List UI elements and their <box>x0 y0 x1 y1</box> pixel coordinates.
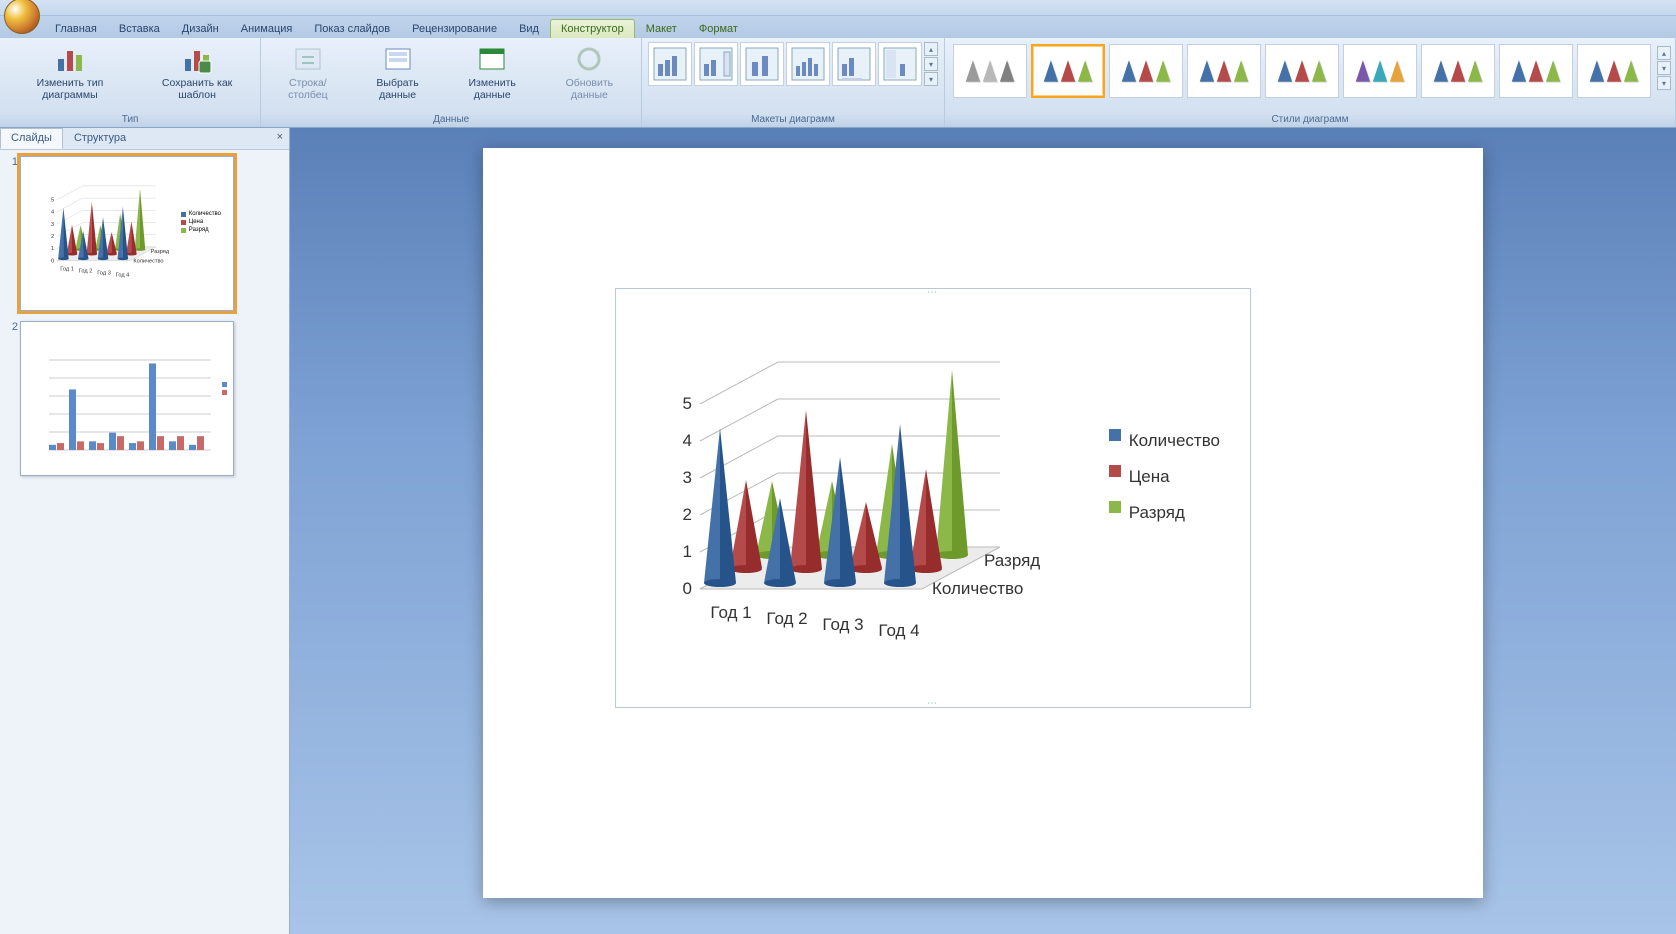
chart-style-option[interactable] <box>1421 44 1495 98</box>
refresh-icon <box>573 43 605 75</box>
slide-thumbnails: 1 012345Год 1Год 2Год 3Год 4КоличествоРа… <box>0 150 289 934</box>
template-icon <box>181 43 213 75</box>
save-as-template-button[interactable]: Сохранить как шаблон <box>138 40 256 104</box>
slide-thumbnail-wrap: 2 <box>6 321 283 476</box>
slide-number: 1 <box>6 156 20 311</box>
button-label: Строка/столбец <box>270 77 345 101</box>
chart-style-option[interactable] <box>1109 44 1183 98</box>
tab-slideshow[interactable]: Показ слайдов <box>303 19 401 38</box>
button-label: Изменить тип диаграммы <box>9 77 131 101</box>
layouts-scroll-up[interactable]: ▴ <box>924 42 938 56</box>
workspace: Слайды Структура × 1 012345Год 1Год 2Год… <box>0 128 1676 934</box>
ribbon-tabs: Главная Вставка Дизайн Анимация Показ сл… <box>0 16 1676 38</box>
slide-editor: 012345Год 1Год 2Год 3Год 4КоличествоРазр… <box>290 128 1676 934</box>
slide-number: 2 <box>6 321 20 476</box>
chart-plot-area: 012345Год 1Год 2Год 3Год 4КоличествоРазр… <box>646 329 1026 659</box>
svg-text:3: 3 <box>51 222 54 228</box>
slide-canvas[interactable]: 012345Год 1Год 2Год 3Год 4КоличествоРазр… <box>483 148 1483 898</box>
chart-legend: Количество Цена Разряд <box>1109 429 1220 537</box>
button-label: Выбрать данные <box>357 77 437 101</box>
legend-item: Количество <box>1109 429 1220 453</box>
group-label-layouts: Макеты диаграмм <box>646 112 940 127</box>
tab-home[interactable]: Главная <box>44 19 108 38</box>
tab-insert[interactable]: Вставка <box>108 19 171 38</box>
button-label: Обновить данные <box>547 77 632 101</box>
switch-row-column-button: Строка/столбец <box>265 40 350 104</box>
chart-style-option[interactable] <box>1031 44 1105 98</box>
ribbon-group-layouts: ▴ ▾ ▾ Макеты диаграмм <box>642 38 945 127</box>
bar-chart-icon <box>54 43 86 75</box>
chart-layouts-gallery: ▴ ▾ ▾ <box>646 40 940 88</box>
layout-option[interactable] <box>786 42 830 86</box>
slides-panel-tabs: Слайды Структура × <box>0 128 289 150</box>
tab-view[interactable]: Вид <box>508 19 550 38</box>
layout-option[interactable] <box>878 42 922 86</box>
select-data-icon <box>382 43 414 75</box>
svg-text:1: 1 <box>51 246 54 252</box>
tab-animation[interactable]: Анимация <box>230 19 304 38</box>
button-label: Сохранить как шаблон <box>143 77 251 101</box>
styles-scroll-down[interactable]: ▾ <box>1657 61 1671 75</box>
layouts-gallery-nav: ▴ ▾ ▾ <box>924 42 938 86</box>
layouts-scroll-down[interactable]: ▾ <box>924 57 938 71</box>
ribbon-group-styles: ▴ ▾ ▾ Стили диаграмм <box>945 38 1676 127</box>
change-chart-type-button[interactable]: Изменить тип диаграммы <box>4 40 136 104</box>
tab-design[interactable]: Дизайн <box>171 19 230 38</box>
edit-data-button[interactable]: Изменить данные <box>445 40 540 104</box>
svg-text:2: 2 <box>683 505 692 524</box>
chart-object[interactable]: 012345Год 1Год 2Год 3Год 4КоличествоРазр… <box>615 288 1251 708</box>
chart-style-option[interactable] <box>953 44 1027 98</box>
swap-icon <box>292 43 324 75</box>
tab-constructor[interactable]: Конструктор <box>550 19 635 38</box>
svg-text:4: 4 <box>51 210 54 216</box>
layout-option[interactable] <box>832 42 876 86</box>
tab-format[interactable]: Формат <box>688 19 749 38</box>
ribbon-group-type: Изменить тип диаграммы Сохранить как шаб… <box>0 38 261 127</box>
svg-text:2: 2 <box>51 234 54 240</box>
chart-style-option[interactable] <box>1187 44 1261 98</box>
svg-text:0: 0 <box>683 579 692 598</box>
slide-thumbnail[interactable]: 012345Год 1Год 2Год 3Год 4КоличествоРазр… <box>20 156 234 311</box>
chart-style-option[interactable] <box>1577 44 1651 98</box>
legend-item: Разряд <box>1109 501 1220 525</box>
svg-text:5: 5 <box>683 394 692 413</box>
refresh-data-button: Обновить данные <box>542 40 637 104</box>
svg-text:3: 3 <box>683 468 692 487</box>
tab-layout[interactable]: Макет <box>635 19 688 38</box>
ribbon-group-data: Строка/столбец Выбрать данные Изменить д… <box>261 38 642 127</box>
layout-option[interactable] <box>648 42 692 86</box>
tab-review[interactable]: Рецензирование <box>401 19 508 38</box>
chart-style-option[interactable] <box>1343 44 1417 98</box>
svg-text:1: 1 <box>683 542 692 561</box>
svg-text:0: 0 <box>51 258 54 264</box>
title-bar <box>0 0 1676 16</box>
styles-scroll-up[interactable]: ▴ <box>1657 46 1671 60</box>
svg-text:5: 5 <box>51 197 54 203</box>
group-label-type: Тип <box>4 112 256 127</box>
tab-slides[interactable]: Слайды <box>0 128 63 149</box>
layouts-expand[interactable]: ▾ <box>924 72 938 86</box>
close-panel-button[interactable]: × <box>271 128 289 149</box>
tab-outline[interactable]: Структура <box>63 128 137 149</box>
button-label: Изменить данные <box>450 77 535 101</box>
layout-option[interactable] <box>694 42 738 86</box>
styles-expand[interactable]: ▾ <box>1657 76 1671 90</box>
select-data-button[interactable]: Выбрать данные <box>352 40 442 104</box>
chart-styles-gallery <box>949 40 1655 102</box>
chart-style-option[interactable] <box>1265 44 1339 98</box>
svg-text:4: 4 <box>683 431 692 450</box>
slide-thumbnail-wrap: 1 012345Год 1Год 2Год 3Год 4КоличествоРа… <box>6 156 283 311</box>
styles-gallery-nav: ▴ ▾ ▾ <box>1657 46 1671 90</box>
layout-option[interactable] <box>740 42 784 86</box>
group-label-data: Данные <box>265 112 637 127</box>
chart-style-option[interactable] <box>1499 44 1573 98</box>
legend-item: Цена <box>1109 465 1220 489</box>
edit-data-icon <box>476 43 508 75</box>
ribbon: Изменить тип диаграммы Сохранить как шаб… <box>0 38 1676 128</box>
slides-panel: Слайды Структура × 1 012345Год 1Год 2Год… <box>0 128 290 934</box>
slide-thumbnail[interactable] <box>20 321 234 476</box>
group-label-styles: Стили диаграмм <box>949 112 1671 127</box>
